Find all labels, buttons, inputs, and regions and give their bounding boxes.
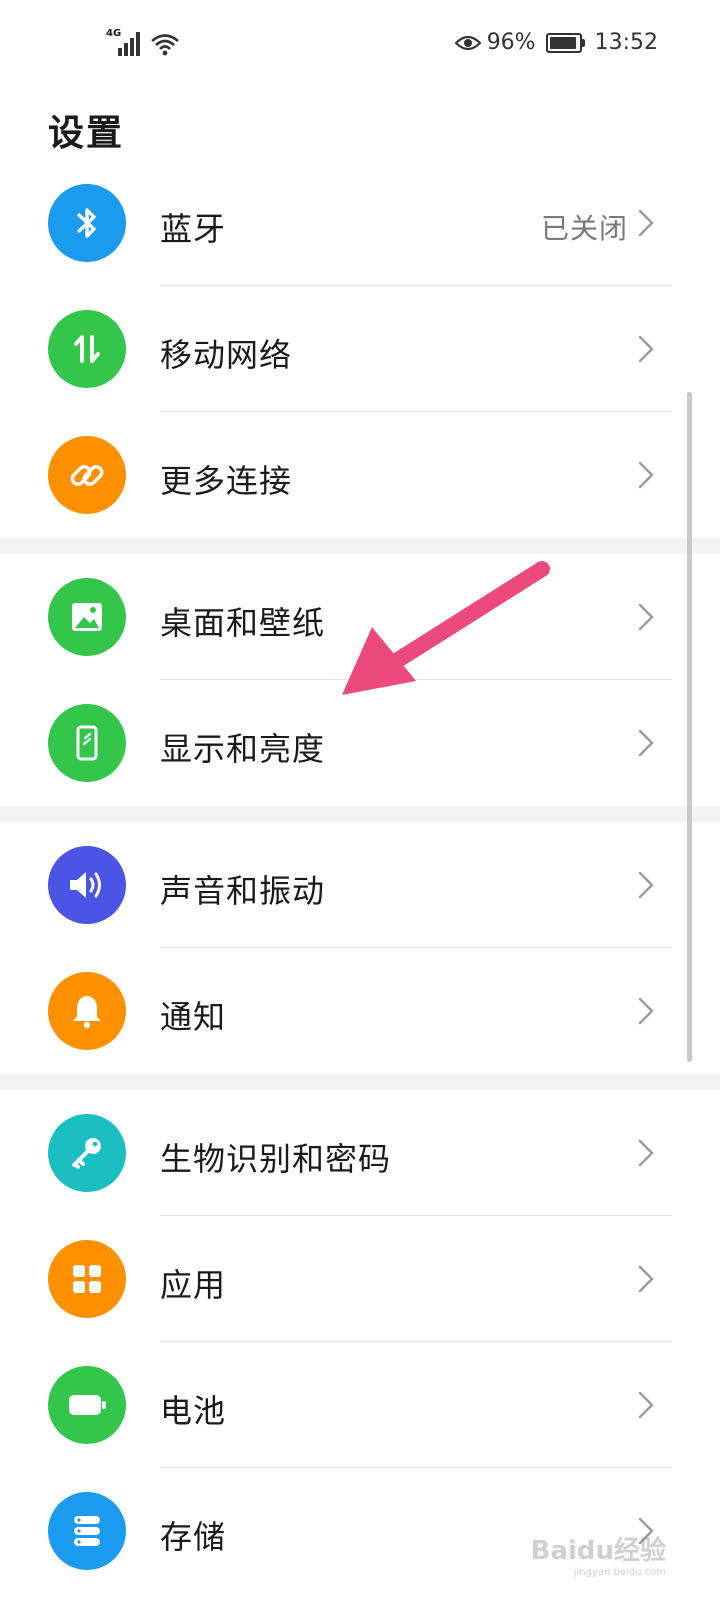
chevron-right-icon: [638, 1139, 654, 1167]
settings-item-label: 生物识别和密码: [160, 1140, 392, 1178]
key-icon: [48, 1114, 126, 1192]
sound-icon: [48, 846, 126, 924]
settings-item-mobile-network[interactable]: 移动网络: [0, 286, 720, 412]
settings-item-label: 存储: [160, 1518, 227, 1556]
settings-list: 蓝牙 已关闭 移动网络 更多连接 桌面和壁纸 显示和亮度 声音和振动 通知 生物…: [0, 160, 720, 1594]
group-separator: [0, 806, 720, 822]
display-icon: [48, 704, 126, 782]
wallpaper-icon: [48, 578, 126, 656]
eye-comfort-icon: [454, 34, 481, 52]
chevron-right-icon: [638, 335, 654, 363]
battery-icon: [48, 1366, 126, 1444]
settings-item-label: 移动网络: [160, 336, 293, 374]
settings-item-notifications[interactable]: 通知: [0, 948, 720, 1074]
storage-icon: [48, 1492, 126, 1570]
apps-icon: [48, 1240, 126, 1318]
settings-item-biometrics-password[interactable]: 生物识别和密码: [0, 1090, 720, 1216]
annotation-arrow: [342, 561, 550, 695]
settings-item-bluetooth[interactable]: 蓝牙 已关闭: [0, 160, 720, 286]
status-left: 4G: [106, 28, 180, 56]
chevron-right-icon: [638, 1265, 654, 1293]
wifi-icon: [150, 32, 180, 56]
scrollbar[interactable]: [687, 392, 692, 1062]
settings-item-sound-vibration[interactable]: 声音和振动: [0, 822, 720, 948]
battery-percent: 96%: [486, 30, 536, 55]
battery-status-icon: [545, 32, 585, 53]
page-title: 设置: [48, 113, 125, 154]
clock: 13:52: [594, 30, 658, 55]
watermark-logo: Baidu经验 jingyan.baidu.com: [531, 1538, 666, 1578]
group-separator: [0, 1074, 720, 1090]
chevron-right-icon: [638, 461, 654, 489]
link-icon: [48, 436, 126, 514]
settings-item-label: 显示和亮度: [160, 730, 326, 768]
settings-item-battery[interactable]: 电池: [0, 1342, 720, 1468]
group-separator: [0, 538, 720, 554]
settings-item-more-connections[interactable]: 更多连接: [0, 412, 720, 538]
chevron-right-icon: [638, 1391, 654, 1419]
settings-item-label: 桌面和壁纸: [160, 604, 326, 642]
chevron-right-icon: [638, 209, 654, 237]
network-type-label: 4G: [106, 28, 122, 39]
settings-item-label: 更多连接: [160, 462, 293, 500]
chevron-right-icon: [638, 603, 654, 631]
cellular-signal-icon: 4G: [106, 28, 142, 56]
chevron-right-icon: [638, 729, 654, 757]
settings-item-label: 声音和振动: [160, 872, 326, 910]
settings-group-sound: 声音和振动 通知: [0, 822, 720, 1074]
bluetooth-icon: [48, 184, 126, 262]
status-right: 96% 13:52: [454, 30, 658, 55]
settings-item-apps[interactable]: 应用: [0, 1216, 720, 1342]
watermark-text: Baidu经验: [530, 1536, 666, 1566]
bell-icon: [48, 972, 126, 1050]
mobile-data-icon: [48, 310, 126, 388]
settings-item-label: 应用: [160, 1266, 227, 1304]
settings-item-label: 通知: [160, 998, 227, 1036]
settings-item-label: 电池: [160, 1392, 227, 1430]
settings-item-status: 已关闭: [540, 212, 628, 245]
status-bar: 4G 96% 13:52: [0, 0, 720, 90]
settings-item-label: 蓝牙: [160, 210, 227, 248]
settings-group-connectivity: 蓝牙 已关闭 移动网络 更多连接: [0, 160, 720, 538]
chevron-right-icon: [638, 997, 654, 1025]
watermark-subtext: jingyan.baidu.com: [573, 1567, 666, 1578]
settings-group-system: 生物识别和密码 应用 电池 存储: [0, 1090, 720, 1594]
chevron-right-icon: [638, 871, 654, 899]
